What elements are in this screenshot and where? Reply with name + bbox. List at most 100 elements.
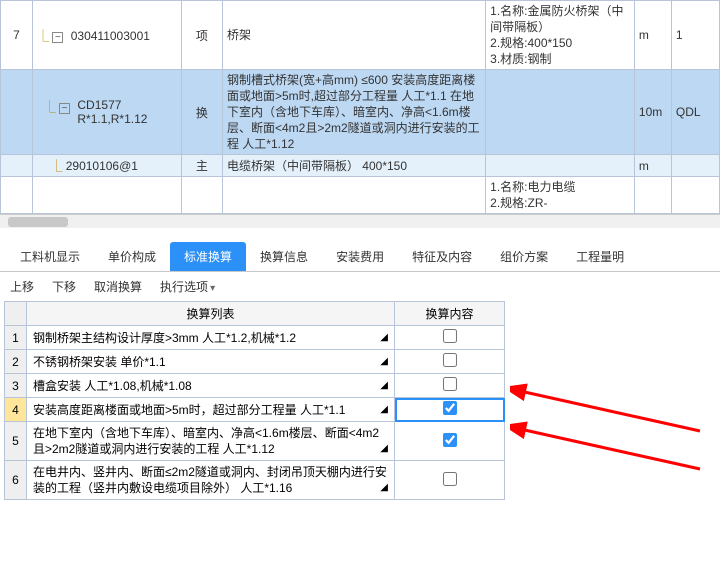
spec-cell (486, 70, 635, 155)
tab-bar: 工料机显示 单价构成 标准换算 换算信息 安装费用 特征及内容 组价方案 工程量… (0, 236, 720, 272)
table-row[interactable]: 5 在地下室内（含地下车库）、暗室内、净高<1.6m楼层、断面<4m2且>2m2… (5, 422, 505, 461)
conversion-text: 钢制桥架主结构设计厚度>3mm 人工*1.2,机械*1.2◢ (27, 326, 395, 350)
quantity (671, 177, 719, 214)
move-down-button[interactable]: 下移 (52, 278, 76, 295)
annotation-arrow-2 (510, 419, 710, 479)
conversion-table: 换算列表 换算内容 1 钢制桥架主结构设计厚度>3mm 人工*1.2,机械*1.… (4, 301, 505, 500)
tree-branch: ⎿ (37, 100, 56, 114)
conversion-text: 槽盒安装 人工*1.08,机械*1.08◢ (27, 374, 395, 398)
tree-branch: ⎿ (37, 29, 49, 43)
conversion-checkbox[interactable] (443, 353, 457, 367)
table-header-row: 换算列表 换算内容 (5, 302, 505, 326)
code-cell[interactable]: ⎿ − 030411003001 (33, 1, 182, 70)
row-index (1, 70, 33, 155)
code-cell[interactable]: ⎿ 29010106@1 (33, 155, 182, 177)
collapse-icon[interactable]: − (59, 103, 70, 114)
unit-cell: 项 (181, 1, 222, 70)
unit-cell: 主 (181, 155, 222, 177)
desc-cell: 钢制槽式桥架(宽+高mm) ≤600 安装高度距离楼面或地面>5m时,超过部分工… (222, 70, 485, 155)
measure-unit: m (634, 155, 671, 177)
desc-cell: 桥架 (222, 1, 485, 70)
row-number: 3 (5, 374, 27, 398)
unit-cell: 换 (181, 70, 222, 155)
conversion-text: 安装高度距离楼面或地面>5m时，超过部分工程量 人工*1.1◢ (27, 398, 395, 422)
triangle-icon: ◢ (380, 480, 388, 496)
spec-cell: 1.名称:金属防火桥架（中间带隔板） 2.规格:400*150 3.材质:钢制 (486, 1, 635, 70)
conversion-text: 在电井内、竖井内、断面≤2m2隧道或洞内、封闭吊顶天棚内进行安装的工程（竖井内敷… (27, 461, 395, 500)
triangle-icon: ◢ (380, 402, 388, 418)
table-row[interactable]: 2 不锈钢桥架安装 单价*1.1◢ (5, 350, 505, 374)
triangle-icon: ◢ (380, 378, 388, 394)
conversion-text: 在地下室内（含地下车库）、暗室内、净高<1.6m楼层、断面<4m2且>2m2隧道… (27, 422, 395, 461)
table-row[interactable]: 1 钢制桥架主结构设计厚度>3mm 人工*1.2,机械*1.2◢ (5, 326, 505, 350)
desc-cell: 电缆桥架（中间带隔板） 400*150 (222, 155, 485, 177)
tab-features[interactable]: 特征及内容 (398, 242, 486, 271)
row-number: 6 (5, 461, 27, 500)
table-row[interactable]: 4 安装高度距离楼面或地面>5m时，超过部分工程量 人工*1.1◢ (5, 398, 505, 422)
checkbox-cell[interactable] (395, 422, 505, 461)
code-text: 030411003001 (71, 29, 150, 43)
row-index (1, 177, 33, 214)
header-index (5, 302, 27, 326)
horizontal-scrollbar[interactable] (0, 214, 720, 228)
checkbox-cell[interactable] (395, 374, 505, 398)
measure-unit: 10m (634, 70, 671, 155)
header-list: 换算列表 (27, 302, 395, 326)
triangle-icon: ◢ (380, 354, 388, 370)
tab-price[interactable]: 单价构成 (94, 242, 170, 271)
execute-options-dropdown[interactable]: 执行选项 (160, 278, 215, 295)
triangle-icon: ◢ (380, 441, 388, 457)
checkbox-cell[interactable] (395, 461, 505, 500)
quantity: 1 (671, 1, 719, 70)
triangle-icon: ◢ (380, 330, 388, 346)
conversion-checkbox[interactable] (443, 329, 457, 343)
cancel-conversion-button[interactable]: 取消换算 (94, 278, 142, 295)
row-number: 5 (5, 422, 27, 461)
move-up-button[interactable]: 上移 (10, 278, 34, 295)
unit-cell (181, 177, 222, 214)
toolbar: 上移 下移 取消换算 执行选项 (0, 272, 720, 301)
code-cell[interactable]: ⎿ − CD1577 R*1.1,R*1.12 (33, 70, 182, 155)
quantity: QDL (671, 70, 719, 155)
conversion-checkbox[interactable] (443, 472, 457, 486)
upper-table: 7 ⎿ − 030411003001 项 桥架 1.名称:金属防火桥架（中间带隔… (0, 0, 720, 214)
conversion-checkbox[interactable] (443, 401, 457, 415)
checkbox-cell[interactable] (395, 326, 505, 350)
conversion-text: 不锈钢桥架安装 单价*1.1◢ (27, 350, 395, 374)
table-row[interactable]: 7 ⎿ − 030411003001 项 桥架 1.名称:金属防火桥架（中间带隔… (1, 1, 720, 70)
code-text: CD1577 R*1.1,R*1.12 (77, 98, 147, 126)
table-row[interactable]: ⎿ 29010106@1 主 电缆桥架（中间带隔板） 400*150 m (1, 155, 720, 177)
table-row[interactable]: ⎿ − CD1577 R*1.1,R*1.12 换 钢制槽式桥架(宽+高mm) … (1, 70, 720, 155)
tab-materials[interactable]: 工料机显示 (6, 242, 94, 271)
measure-unit (634, 177, 671, 214)
spec-cell: 1.名称:电力电缆 2.规格:ZR- (486, 177, 635, 214)
table-row[interactable]: 3 槽盒安装 人工*1.08,机械*1.08◢ (5, 374, 505, 398)
tree-branch: ⎿ (37, 159, 62, 173)
code-cell (33, 177, 182, 214)
conversion-checkbox[interactable] (443, 433, 457, 447)
tab-standard-conversion[interactable]: 标准换算 (170, 242, 246, 271)
tab-conversion-info[interactable]: 换算信息 (246, 242, 322, 271)
measure-unit: m (634, 1, 671, 70)
row-index: 7 (1, 1, 33, 70)
checkbox-cell[interactable] (395, 350, 505, 374)
tab-quantity[interactable]: 工程量明 (562, 242, 638, 271)
annotation-arrow-1 (510, 381, 710, 441)
conversion-checkbox[interactable] (443, 377, 457, 391)
collapse-icon[interactable]: − (52, 32, 63, 43)
desc-cell (222, 177, 485, 214)
quantity (671, 155, 719, 177)
checkbox-cell[interactable] (395, 398, 505, 422)
table-row[interactable]: 1.名称:电力电缆 2.规格:ZR- (1, 177, 720, 214)
row-number: 4 (5, 398, 27, 422)
spec-cell (486, 155, 635, 177)
row-number: 2 (5, 350, 27, 374)
scrollbar-thumb[interactable] (8, 217, 68, 227)
code-text: 29010106@1 (66, 159, 138, 173)
tab-install-fee[interactable]: 安装费用 (322, 242, 398, 271)
tab-group-price[interactable]: 组价方案 (486, 242, 562, 271)
header-content: 换算内容 (395, 302, 505, 326)
row-number: 1 (5, 326, 27, 350)
table-row[interactable]: 6 在电井内、竖井内、断面≤2m2隧道或洞内、封闭吊顶天棚内进行安装的工程（竖井… (5, 461, 505, 500)
row-index (1, 155, 33, 177)
